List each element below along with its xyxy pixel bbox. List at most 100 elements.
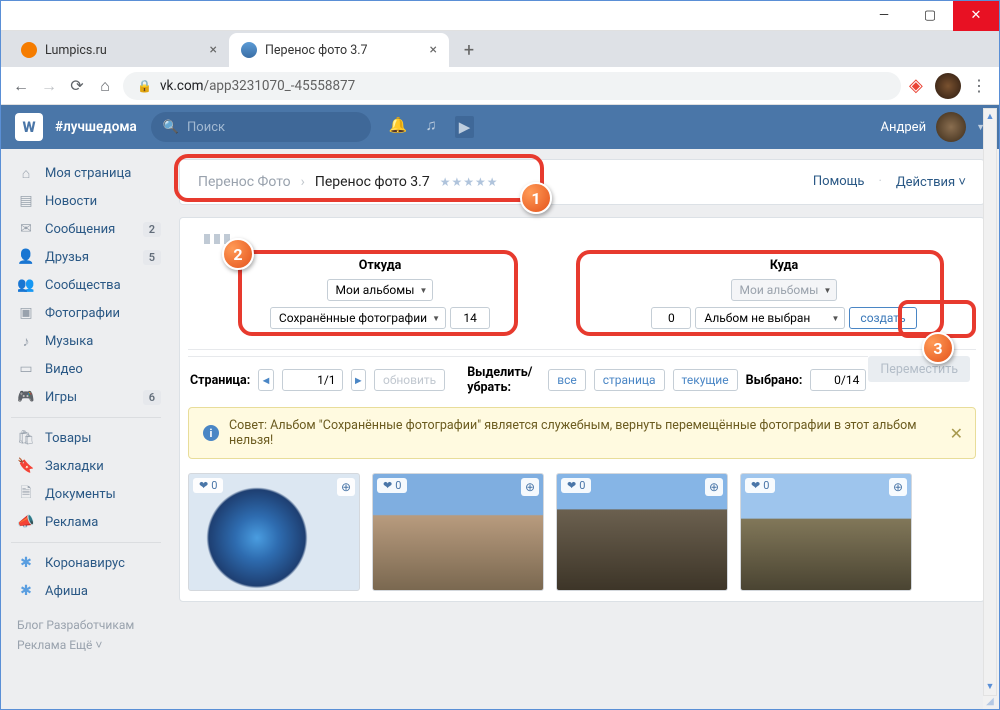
window-titlebar: — ▢ ✕ (1, 1, 999, 31)
window-maximize-button[interactable]: ▢ (907, 1, 953, 31)
close-icon[interactable]: ✕ (950, 424, 963, 443)
move-button[interactable]: Переместить (868, 356, 970, 382)
rating-stars[interactable]: ★★★★★ (440, 175, 499, 189)
sidebar-item[interactable]: 📣Реклама (11, 508, 171, 536)
browser-toolbar: ← → ⟳ ⌂ 🔒 vk.com/app3231070_-45558877 ◈ … (1, 67, 999, 105)
like-count[interactable]: ❤ 0 (561, 478, 591, 493)
zoom-icon[interactable]: ⊕ (705, 478, 723, 496)
zoom-icon[interactable]: ⊕ (337, 478, 355, 496)
sidebar-label: Новости (45, 194, 97, 209)
docs-icon: 🗎 (17, 482, 35, 506)
breadcrumb-root[interactable]: Перенос Фото (198, 174, 291, 190)
sidebar-item[interactable]: ▤Новости (11, 187, 171, 215)
sidebar-item[interactable]: ♪Музыка (11, 327, 171, 355)
nav-forward-button[interactable]: → (39, 76, 59, 96)
zoom-icon[interactable]: ⊕ (521, 478, 539, 496)
vk-hashtag[interactable]: #лучшедома (55, 119, 137, 135)
pager-prev-button[interactable]: ◄ (258, 369, 273, 391)
loader-icon (188, 218, 976, 254)
scroll-up-icon[interactable]: ▲ (984, 109, 996, 124)
nav-back-button[interactable]: ← (11, 76, 31, 96)
like-count[interactable]: ❤ 0 (193, 478, 223, 493)
like-count[interactable]: ❤ 0 (745, 478, 775, 493)
tab-close-icon[interactable]: × (422, 42, 437, 58)
nav-reload-button[interactable]: ⟳ (67, 76, 87, 95)
pager-value[interactable]: 1/1 (282, 369, 343, 391)
photo-thumb[interactable]: ❤ 0 ⊕ (188, 473, 360, 591)
from-title: Откуда (359, 258, 402, 273)
photo-thumb[interactable]: ❤ 0 ⊕ (372, 473, 544, 591)
browser-tab[interactable]: Перенос фото 3.7 × (229, 33, 449, 67)
vk-user-menu[interactable]: Андрей ▼ (881, 112, 985, 142)
to-scope-select[interactable]: Мои альбомы (731, 279, 838, 301)
window-scrollbar[interactable]: ▲ ▼ (983, 108, 997, 696)
sidebar-label: Друзья (45, 250, 89, 265)
sidebar-item[interactable]: 🛍Товары (11, 424, 171, 452)
url-host: vk.com (160, 78, 204, 94)
window-minimize-button[interactable]: — (861, 1, 907, 31)
actions-menu[interactable]: Действия ˅ (896, 174, 966, 190)
footer-line[interactable]: Реклама Ещё ˅ (17, 635, 165, 655)
annotation-callout: 2 (222, 238, 254, 270)
nav-home-button[interactable]: ⌂ (95, 76, 115, 96)
refresh-button[interactable]: обновить (374, 369, 445, 391)
vk-header: W #лучшедома 🔍 Поиск 🔔 ♫ ▶ Андрей ▼ (1, 105, 999, 149)
photo-thumb[interactable]: ❤ 0 ⊕ (740, 473, 912, 591)
sidebar-item[interactable]: 👥Сообщества (11, 271, 171, 299)
from-scope-select[interactable]: Мои альбомы (327, 279, 434, 301)
sidebar-footer: Блог Разработчикам Реклама Ещё ˅ (11, 605, 171, 666)
browser-profile-avatar[interactable] (935, 73, 961, 99)
extension-icon[interactable]: ◈ (909, 75, 927, 96)
scroll-down-icon[interactable]: ▼ (984, 679, 996, 694)
sidebar-item[interactable]: 👤Друзья5 (11, 243, 171, 271)
sidebar-label: Афиша (45, 584, 88, 599)
resize-grip-icon[interactable]: ◢ (983, 696, 997, 707)
tab-favicon (21, 42, 37, 58)
tip-banner: i Совет: Альбом "Сохранённые фотографии"… (188, 407, 976, 459)
select-all-button[interactable]: все (548, 369, 586, 391)
to-column: Куда Мои альбомы 0 Альбом не выбран созд… (602, 258, 966, 329)
from-album-select[interactable]: Сохранённые фотографии (270, 307, 446, 329)
pager-label: Страница: (190, 373, 250, 388)
to-album-select[interactable]: Альбом не выбран (695, 307, 845, 329)
notifications-icon[interactable]: 🔔 (389, 116, 408, 138)
like-count[interactable]: ❤ 0 (377, 478, 407, 493)
sidebar-item[interactable]: ▣Фотографии (11, 299, 171, 327)
breadcrumb-current: Перенос фото 3.7 (315, 174, 430, 190)
star-icon: ✱ (17, 555, 35, 571)
footer-line[interactable]: Блог Разработчикам (17, 615, 165, 635)
address-bar[interactable]: 🔒 vk.com/app3231070_-45558877 (123, 72, 901, 100)
sidebar-item[interactable]: ✱Афиша (11, 577, 171, 605)
browser-tab[interactable]: Lumpics.ru × (9, 33, 229, 67)
sidebar-label: Коронавирус (45, 556, 125, 571)
vk-search-input[interactable]: 🔍 Поиск (151, 112, 371, 142)
messages-icon: ✉ (17, 221, 35, 237)
tab-close-icon[interactable]: × (202, 42, 217, 58)
select-page-button[interactable]: страница (594, 369, 665, 391)
music-icon[interactable]: ♫ (426, 116, 437, 138)
sidebar-label: Документы (45, 487, 116, 502)
zoom-icon[interactable]: ⊕ (889, 478, 907, 496)
sidebar-item[interactable]: ⌂Моя страница (11, 159, 171, 187)
sidebar-item[interactable]: ✱ Коронавирус (11, 549, 171, 577)
window-close-button[interactable]: ✕ (953, 1, 999, 31)
sidebar-label: Видео (45, 362, 83, 377)
play-icon[interactable]: ▶ (455, 116, 475, 138)
sidebar-item[interactable]: 🗎 Документы (11, 480, 171, 508)
sidebar-item[interactable]: 🎮Игры6 (11, 383, 171, 411)
select-current-button[interactable]: текущие (673, 369, 738, 391)
pager-next-button[interactable]: ► (351, 369, 366, 391)
new-tab-button[interactable]: + (455, 40, 483, 67)
vk-logo[interactable]: W (15, 113, 43, 141)
vk-sidebar: ⌂Моя страница ▤Новости ✉Сообщения2 👤Друз… (1, 105, 171, 709)
from-count: 14 (450, 307, 490, 329)
sidebar-item[interactable]: 🔖Закладки (11, 452, 171, 480)
market-icon: 🛍 (17, 430, 35, 446)
browser-menu-button[interactable]: ⋮ (969, 76, 989, 95)
annotation-callout: 1 (520, 182, 552, 214)
sidebar-item[interactable]: ▭Видео (11, 355, 171, 383)
help-link[interactable]: Помощь (813, 174, 865, 190)
photo-thumb[interactable]: ❤ 0 ⊕ (556, 473, 728, 591)
create-button[interactable]: создать (849, 307, 916, 329)
sidebar-item[interactable]: ✉Сообщения2 (11, 215, 171, 243)
